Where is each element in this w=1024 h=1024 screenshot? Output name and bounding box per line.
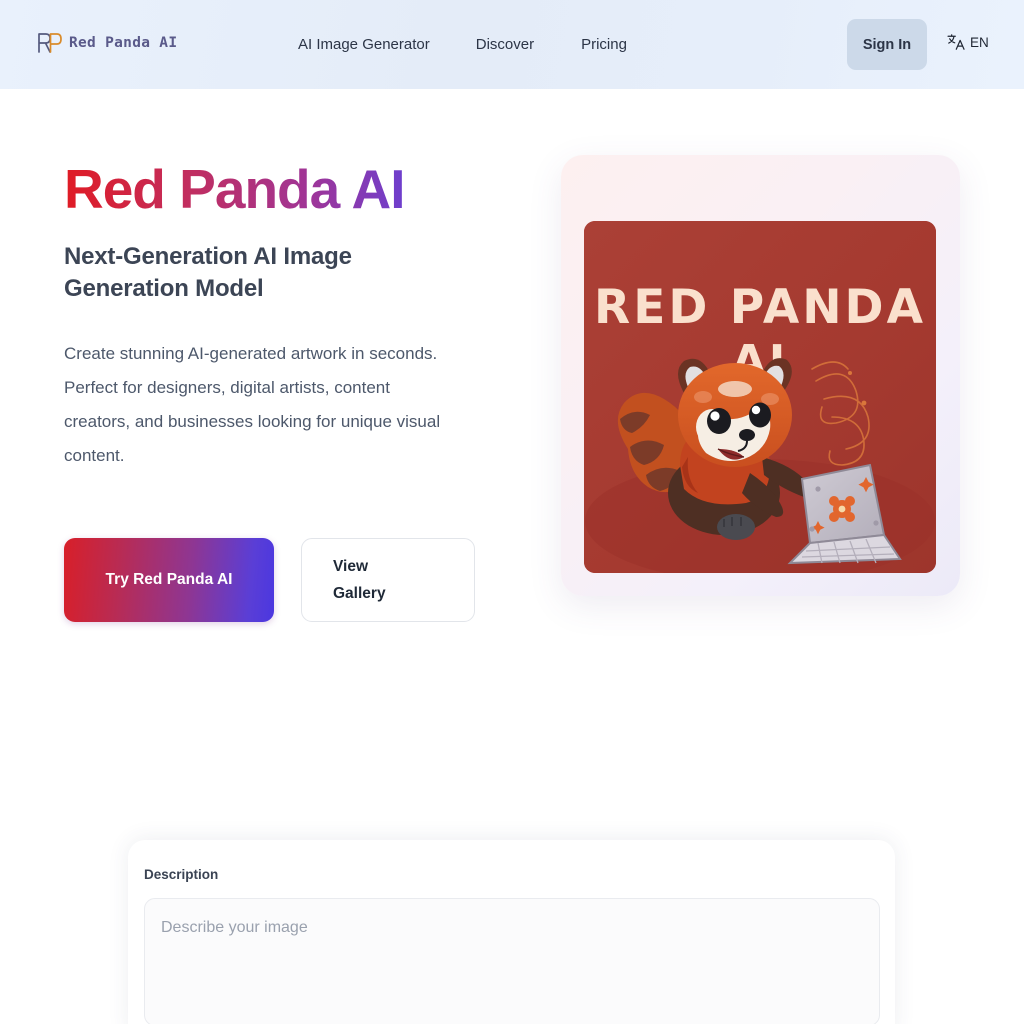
language-switcher[interactable]: EN [947, 33, 989, 51]
rp-monogram-icon [38, 33, 62, 53]
try-red-panda-ai-button[interactable]: Try Red Panda AI [64, 538, 274, 622]
red-panda-illustration: RED PANDA AI [584, 221, 936, 573]
hero-image-card: RED PANDA AI [561, 155, 960, 596]
view-gallery-button[interactable]: View Gallery [301, 538, 475, 622]
brand-name: Red Panda AI [69, 35, 178, 51]
brand-logo[interactable]: Red Panda AI [36, 31, 177, 55]
hero-copy: Red Panda AI Next-Generation AI Image Ge… [64, 159, 484, 473]
primary-nav: AI Image Generator Discover Pricing [298, 36, 627, 53]
hero-subtitle: Next-Generation AI Image Generation Mode… [64, 243, 352, 303]
language-label: EN [970, 34, 989, 50]
description-input[interactable] [144, 898, 880, 1024]
nav-item-discover[interactable]: Discover [476, 36, 534, 53]
translate-icon [947, 34, 965, 50]
description-label: Description [144, 867, 219, 882]
hero-cta-group: Try Red Panda AI View Gallery [64, 538, 475, 622]
nav-item-pricing[interactable]: Pricing [581, 36, 627, 53]
svg-text:RED PANDA: RED PANDA [594, 280, 926, 335]
view-gallery-label: View Gallery [333, 557, 386, 602]
hero-description: Create stunning AI-generated artwork in … [64, 344, 441, 466]
site-header: Red Panda AI AI Image Generator Discover… [0, 0, 1024, 89]
nav-item-ai-image-generator[interactable]: AI Image Generator [298, 36, 430, 53]
page-title: Red Panda AI [64, 159, 484, 219]
red-panda-illustration-graphic: RED PANDA AI [584, 221, 936, 573]
prompt-panel: Description [128, 840, 895, 1024]
sign-in-button[interactable]: Sign In [847, 19, 927, 70]
